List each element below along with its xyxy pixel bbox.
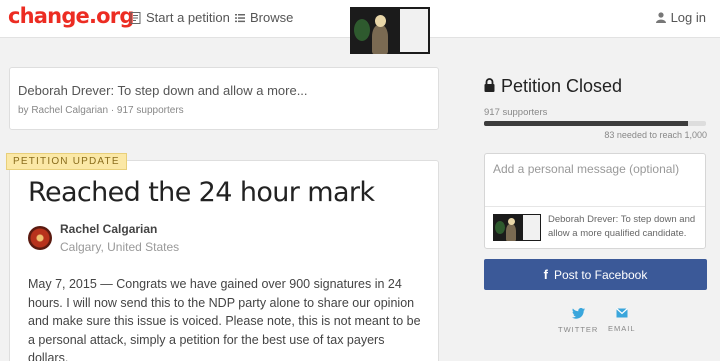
- author-name[interactable]: Rachel Calgarian: [60, 222, 157, 236]
- signature-progress-bar: [484, 121, 706, 126]
- lock-icon: [484, 76, 495, 97]
- related-petition-card[interactable]: Deborah Drever: To step down and allow a…: [9, 67, 439, 130]
- nav-start-petition-label: Start a petition: [146, 10, 230, 25]
- share-preview-thumbnail: [493, 214, 541, 241]
- share-preview-divider: [485, 206, 705, 207]
- supporters-count: 917 supporters: [484, 107, 548, 118]
- list-icon: [235, 13, 245, 23]
- petition-update-badge: PETITION UPDATE: [6, 153, 127, 170]
- nav-start-petition[interactable]: Start a petition: [130, 10, 230, 25]
- share-twitter-button[interactable]: TWITTER: [558, 308, 598, 334]
- user-icon: [655, 12, 666, 23]
- login-link[interactable]: Log in: [655, 10, 706, 25]
- share-thumbnail-person-head: [508, 218, 515, 225]
- nav-browse[interactable]: Browse: [235, 10, 293, 25]
- facebook-icon: f: [543, 267, 548, 282]
- share-preview-text: Deborah Drever: To step down and allow a…: [548, 214, 696, 239]
- related-petition-meta: by Rachel Calgarian · 917 supporters: [18, 105, 184, 116]
- related-petition-thumbnail[interactable]: [350, 7, 430, 54]
- twitter-icon: [571, 308, 585, 321]
- signature-progress-fill: [484, 121, 688, 126]
- personal-message-input[interactable]: Add a personal message (optional): [493, 162, 679, 176]
- share-thumbnail-person-body: [506, 224, 516, 241]
- author-location: Calgary, United States: [60, 240, 180, 254]
- nav-browse-label: Browse: [250, 10, 294, 25]
- share-thumbnail-screen-panel: [523, 215, 540, 240]
- share-message-box[interactable]: Add a personal message (optional) Debora…: [484, 153, 706, 249]
- share-thumbnail-plant: [495, 221, 505, 234]
- signatures-needed: 83 needed to reach 1,000: [604, 130, 707, 140]
- post-to-facebook-label: Post to Facebook: [553, 267, 648, 282]
- share-email-button[interactable]: EMAIL: [608, 308, 636, 333]
- petition-status-heading: Petition Closed: [484, 76, 622, 97]
- document-icon: [130, 11, 141, 24]
- update-body-text: May 7, 2015 — Congrats we have gained ov…: [28, 277, 421, 361]
- share-email-label: EMAIL: [608, 324, 636, 333]
- thumbnail-plant: [354, 19, 370, 41]
- update-title: Reached the 24 hour mark: [28, 177, 375, 208]
- thumbnail-person-head: [375, 15, 386, 27]
- related-petition-title[interactable]: Deborah Drever: To step down and allow a…: [18, 83, 308, 98]
- thumbnail-screen-panel: [400, 9, 428, 52]
- change-org-logo[interactable]: change.org: [8, 4, 134, 28]
- email-icon: [615, 308, 628, 320]
- post-to-facebook-button[interactable]: f Post to Facebook: [484, 259, 707, 290]
- share-twitter-label: TWITTER: [558, 325, 599, 334]
- thumbnail-person-body: [372, 25, 388, 54]
- author-avatar[interactable]: [28, 226, 52, 250]
- login-label: Log in: [670, 10, 706, 25]
- petition-status-label: Petition Closed: [501, 76, 623, 96]
